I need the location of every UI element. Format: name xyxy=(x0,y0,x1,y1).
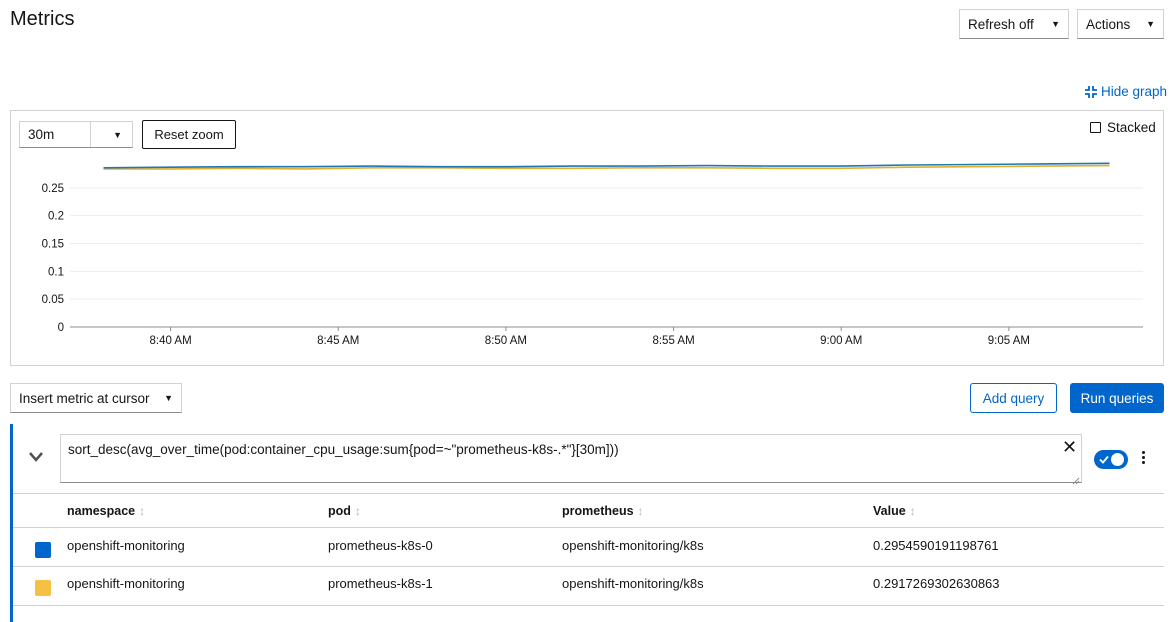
y-tick-label: 0.15 xyxy=(42,239,64,251)
cell-namespace: openshift-monitoring xyxy=(67,538,185,553)
table-row: openshift-monitoring prometheus-k8s-0 op… xyxy=(13,528,1164,566)
actions-dropdown[interactable]: Actions ▼ xyxy=(1077,9,1164,39)
sort-icon: ↕ xyxy=(354,504,361,518)
cell-prometheus: openshift-monitoring/k8s xyxy=(562,538,704,553)
column-header-value[interactable]: Value ↕ xyxy=(873,504,916,518)
table-row: openshift-monitoring prometheus-k8s-1 op… xyxy=(13,567,1164,605)
toggle-knob xyxy=(1111,453,1124,466)
check-icon xyxy=(1099,455,1109,464)
compress-icon xyxy=(1085,85,1097,98)
cell-prometheus: openshift-monitoring/k8s xyxy=(562,576,704,591)
column-header-prometheus[interactable]: prometheus ↕ xyxy=(562,504,644,518)
y-tick-label: 0.25 xyxy=(42,183,64,195)
collapse-toggle[interactable] xyxy=(28,450,44,468)
chart-grid xyxy=(70,187,1143,328)
hide-graph-label: Hide graph xyxy=(1101,84,1168,99)
hide-graph-link[interactable]: Hide graph xyxy=(1085,84,1167,99)
x-tick-label: 8:40 AM xyxy=(149,335,191,347)
kebab-menu-icon[interactable] xyxy=(1142,451,1146,464)
resize-handle-icon[interactable] xyxy=(1071,472,1080,490)
y-tick-label: 0.05 xyxy=(42,294,64,306)
y-tick-label: 0 xyxy=(58,322,64,334)
time-range-value: 30m xyxy=(28,127,55,142)
y-axis-ticks: 0 0.05 0.1 0.15 0.2 0.25 xyxy=(42,183,64,334)
sort-icon: ↕ xyxy=(139,504,146,518)
cell-value: 0.2954590191198761 xyxy=(873,538,999,553)
stacked-option: Stacked xyxy=(1090,120,1156,135)
series-color-swatch[interactable] xyxy=(35,542,51,558)
chart-series xyxy=(103,162,1110,170)
column-header-namespace[interactable]: namespace ↕ xyxy=(67,504,145,518)
refresh-dropdown[interactable]: Refresh off ▼ xyxy=(959,9,1069,39)
sort-icon: ↕ xyxy=(909,504,916,518)
caret-down-icon: ▼ xyxy=(113,129,122,140)
caret-down-icon: ▼ xyxy=(164,393,173,403)
insert-metric-label: Insert metric at cursor xyxy=(19,390,150,406)
cell-pod: prometheus-k8s-1 xyxy=(328,576,433,591)
actions-dropdown-label: Actions xyxy=(1086,16,1131,32)
add-query-button[interactable]: Add query xyxy=(970,383,1057,413)
x-tick-label: 9:05 AM xyxy=(988,335,1030,347)
stacked-checkbox[interactable] xyxy=(1090,122,1101,133)
reset-zoom-button[interactable]: Reset zoom xyxy=(142,120,236,149)
x-tick-label: 8:45 AM xyxy=(317,335,359,347)
sort-icon: ↕ xyxy=(637,504,644,518)
insert-metric-dropdown[interactable]: Insert metric at cursor ▼ xyxy=(10,383,182,413)
caret-down-icon: ▼ xyxy=(1051,19,1060,29)
cell-pod: prometheus-k8s-0 xyxy=(328,538,433,553)
series-color-swatch[interactable] xyxy=(35,580,51,596)
caret-down-icon: ▼ xyxy=(1146,19,1155,29)
divider xyxy=(13,493,1164,494)
x-tick-label: 9:00 AM xyxy=(820,335,862,347)
metrics-chart: 0 0.05 0.1 0.15 0.2 0.25 8:40 AM 8:45 AM 8:50 A… xyxy=(42,162,1143,347)
refresh-dropdown-label: Refresh off xyxy=(968,16,1034,32)
cell-value: 0.2917269302630863 xyxy=(873,576,1000,591)
dropdown-divider xyxy=(90,122,91,147)
query-expression-text: sort_desc(avg_over_time(pod:container_cp… xyxy=(68,442,619,457)
x-axis-ticks: 8:40 AM 8:45 AM 8:50 AM 8:55 AM 9:00 AM 9:05 … xyxy=(149,327,1030,347)
time-range-dropdown[interactable]: 30m ▼ xyxy=(19,121,133,148)
cell-namespace: openshift-monitoring xyxy=(67,576,185,591)
clear-query-icon[interactable]: ✕ xyxy=(1062,438,1077,456)
y-tick-label: 0.1 xyxy=(48,266,64,278)
stacked-label: Stacked xyxy=(1107,120,1156,135)
x-tick-label: 8:50 AM xyxy=(485,335,527,347)
chevron-down-icon xyxy=(29,452,43,462)
column-header-pod[interactable]: pod ↕ xyxy=(328,504,361,518)
page-title: Metrics xyxy=(10,8,75,30)
run-queries-button[interactable]: Run queries xyxy=(1070,383,1164,413)
query-enabled-toggle[interactable] xyxy=(1094,450,1128,469)
query-expression-input[interactable]: sort_desc(avg_over_time(pod:container_cp… xyxy=(60,434,1082,483)
y-tick-label: 0.2 xyxy=(48,211,64,223)
divider xyxy=(13,605,1164,606)
x-tick-label: 8:55 AM xyxy=(652,335,694,347)
